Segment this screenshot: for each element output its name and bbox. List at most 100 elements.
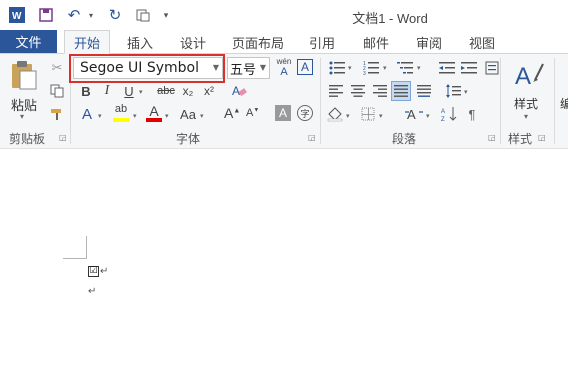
bullets-icon[interactable] bbox=[327, 60, 347, 76]
highlight-box bbox=[69, 54, 225, 83]
numbering-icon[interactable]: 123 bbox=[361, 60, 381, 76]
undo-icon[interactable]: ↶ bbox=[64, 6, 84, 24]
svg-text:3: 3 bbox=[363, 71, 366, 75]
font-group-label: 字体 bbox=[176, 132, 201, 146]
underline-dropdown-icon[interactable]: ▾ bbox=[139, 88, 143, 96]
copy-icon[interactable] bbox=[48, 82, 66, 100]
grow-font-glyph: A bbox=[224, 105, 234, 121]
highlight-dropdown-icon[interactable]: ▾ bbox=[133, 112, 137, 120]
chinese-layout-icon[interactable] bbox=[484, 60, 500, 76]
multilevel-list-icon[interactable] bbox=[395, 60, 415, 76]
character-border-icon[interactable]: A bbox=[297, 59, 313, 75]
group-separator bbox=[320, 58, 321, 144]
tab-insert[interactable]: 插入 bbox=[120, 30, 160, 54]
tab-home[interactable]: 开始 bbox=[64, 30, 110, 54]
underline-button[interactable]: U bbox=[121, 82, 137, 100]
grow-font-button[interactable]: A▲ bbox=[224, 105, 242, 123]
styles-launcher-icon[interactable]: ◲ bbox=[538, 133, 547, 142]
highlight-color-button[interactable]: ab bbox=[111, 103, 131, 123]
styles-dropdown-icon[interactable]: ▾ bbox=[524, 112, 528, 121]
text-effects-dropdown-icon[interactable]: ▾ bbox=[98, 112, 102, 120]
borders-dropdown-icon[interactable]: ▾ bbox=[379, 112, 383, 120]
styles-group-label: 样式 bbox=[508, 132, 533, 146]
justify-icon[interactable] bbox=[391, 81, 411, 101]
redo-icon[interactable]: ↻ bbox=[106, 6, 124, 24]
svg-text:W: W bbox=[12, 11, 22, 22]
tab-references[interactable]: 引用 bbox=[302, 30, 342, 54]
font-size-value: 五号 bbox=[230, 62, 257, 78]
paragraph-group-label: 段落 bbox=[392, 132, 417, 146]
line-spacing-dropdown-icon[interactable]: ▾ bbox=[464, 88, 468, 96]
word-logo-icon: W bbox=[8, 6, 26, 24]
customize-qat-icon[interactable]: ▾ bbox=[160, 6, 172, 24]
sort-icon[interactable]: AZ bbox=[440, 105, 458, 123]
bullets-dropdown-icon[interactable]: ▾ bbox=[348, 64, 352, 72]
font-size-combobox[interactable]: 五号 ▼ bbox=[227, 57, 270, 79]
paste-icon[interactable] bbox=[8, 59, 40, 91]
tab-file[interactable]: 文件 bbox=[0, 30, 57, 53]
format-painter-icon[interactable] bbox=[48, 105, 66, 123]
styles-label[interactable]: 样式 bbox=[514, 95, 538, 112]
show-hide-marks-icon[interactable]: ¶ bbox=[463, 105, 481, 123]
touch-mode-icon[interactable] bbox=[134, 6, 152, 24]
tab-page-layout[interactable]: 页面布局 bbox=[228, 30, 288, 54]
align-center-icon[interactable] bbox=[349, 82, 367, 100]
bold-button[interactable]: B bbox=[78, 82, 94, 100]
undo-dropdown-icon[interactable]: ▾ bbox=[86, 6, 96, 24]
font-color-button[interactable]: A bbox=[145, 103, 163, 123]
paragraph-mark: ↵ bbox=[100, 266, 109, 277]
svg-text:A: A bbox=[441, 109, 445, 115]
phonetic-guide-glyph: wén bbox=[276, 57, 292, 66]
checkbox-symbol[interactable]: ☑ bbox=[88, 266, 99, 277]
svg-text:A: A bbox=[232, 84, 240, 98]
paragraph-mark: ↵ bbox=[88, 286, 97, 297]
save-icon[interactable] bbox=[37, 6, 55, 24]
clipboard-group-label: 剪贴板 bbox=[9, 132, 46, 146]
numbering-dropdown-icon[interactable]: ▾ bbox=[383, 64, 387, 72]
phonetic-guide-icon[interactable]: wén A bbox=[275, 57, 293, 79]
asian-typography-icon[interactable]: A bbox=[404, 105, 424, 123]
align-right-icon[interactable] bbox=[371, 82, 389, 100]
font-color-dropdown-icon[interactable]: ▾ bbox=[165, 112, 169, 120]
styles-gallery-icon[interactable]: A bbox=[512, 59, 546, 91]
superscript-button[interactable]: x² bbox=[201, 82, 217, 100]
paste-dropdown-icon[interactable]: ▾ bbox=[20, 112, 24, 121]
tab-review[interactable]: 审阅 bbox=[409, 30, 449, 54]
subscript-button[interactable]: x₂ bbox=[180, 82, 196, 100]
enclose-characters-button[interactable]: 字 bbox=[297, 105, 313, 121]
paragraph-launcher-icon[interactable]: ◲ bbox=[488, 133, 497, 142]
borders-icon[interactable] bbox=[359, 105, 377, 123]
cut-icon[interactable]: ✂ bbox=[48, 59, 66, 77]
tab-view[interactable]: 视图 bbox=[462, 30, 502, 54]
decrease-indent-icon[interactable] bbox=[438, 60, 456, 76]
text-effects-button[interactable]: A bbox=[78, 105, 96, 123]
shading-icon[interactable] bbox=[326, 105, 344, 123]
page-margin-marker bbox=[86, 236, 87, 259]
window-title: 文档1 - Word bbox=[352, 11, 428, 26]
font-color-glyph: A bbox=[149, 103, 159, 119]
increase-indent-icon[interactable] bbox=[460, 60, 478, 76]
character-shading-button[interactable]: A bbox=[275, 105, 291, 121]
asian-typography-dropdown-icon[interactable]: ▾ bbox=[426, 112, 430, 120]
distributed-icon[interactable] bbox=[415, 82, 433, 100]
italic-button[interactable]: I bbox=[99, 82, 115, 100]
svg-text:Z: Z bbox=[441, 117, 445, 122]
multilevel-dropdown-icon[interactable]: ▾ bbox=[417, 64, 421, 72]
font-launcher-icon[interactable]: ◲ bbox=[308, 133, 317, 142]
change-case-dropdown-icon[interactable]: ▾ bbox=[200, 112, 204, 120]
tab-design[interactable]: 设计 bbox=[173, 30, 213, 54]
font-size-dropdown-icon[interactable]: ▼ bbox=[260, 63, 266, 72]
page-margin-marker bbox=[63, 258, 87, 259]
group-separator bbox=[500, 58, 501, 144]
shading-dropdown-icon[interactable]: ▾ bbox=[346, 112, 350, 120]
group-separator bbox=[554, 58, 555, 144]
tab-mailings[interactable]: 邮件 bbox=[356, 30, 396, 54]
align-left-icon[interactable] bbox=[327, 82, 345, 100]
clipboard-launcher-icon[interactable]: ◲ bbox=[59, 133, 68, 142]
clear-formatting-icon[interactable]: A bbox=[230, 82, 248, 100]
shrink-font-button[interactable]: A▼ bbox=[246, 107, 264, 125]
strikethrough-button[interactable]: abc bbox=[154, 82, 178, 100]
editing-label-partial[interactable]: 编 bbox=[560, 95, 568, 112]
change-case-button[interactable]: Aa bbox=[178, 105, 198, 123]
line-spacing-icon[interactable] bbox=[444, 82, 462, 100]
